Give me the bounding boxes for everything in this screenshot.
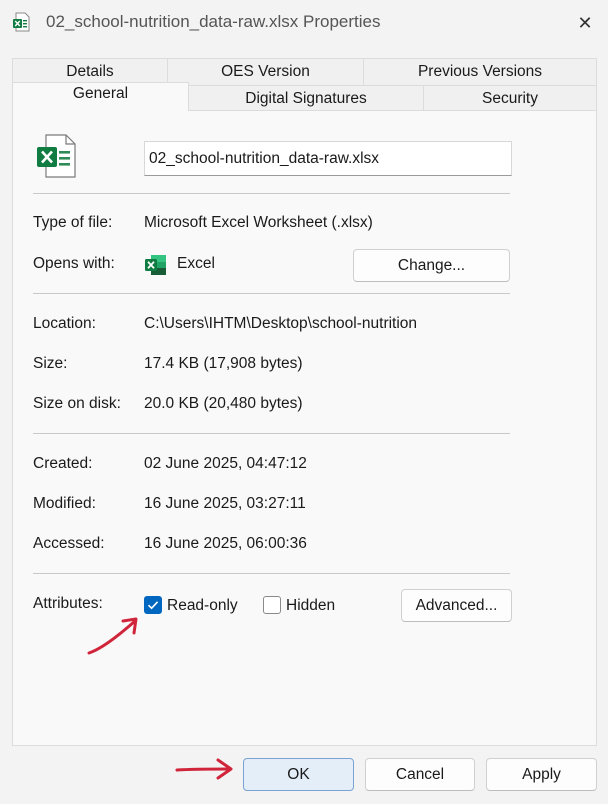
location-value: C:\Users\IHTM\Desktop\school-nutrition — [144, 315, 418, 332]
created-value: 02 June 2025, 04:47:12 — [144, 455, 307, 472]
divider — [33, 193, 510, 194]
excel-app-icon — [145, 255, 166, 275]
dialog-footer: OK Cancel Apply — [0, 746, 608, 804]
window-title: 02_school-nutrition_data-raw.xlsx Proper… — [46, 12, 381, 31]
size-value: 17.4 KB (17,908 bytes) — [144, 355, 303, 372]
location-label: Location: — [33, 315, 96, 332]
size-on-disk-value: 20.0 KB (20,480 bytes) — [144, 395, 303, 412]
ok-button[interactable]: OK — [243, 758, 354, 791]
modified-value: 16 June 2025, 03:27:11 — [144, 495, 306, 512]
close-icon: ✕ — [577, 12, 593, 33]
hidden-label[interactable]: Hidden — [286, 597, 335, 615]
tab-digital-signatures[interactable]: Digital Signatures — [188, 85, 424, 111]
accessed-value: 16 June 2025, 06:00:36 — [144, 535, 307, 552]
excel-document-icon — [37, 134, 76, 178]
cancel-button[interactable]: Cancel — [365, 758, 475, 791]
type-of-file-label: Type of file: — [33, 214, 113, 231]
size-on-disk-label: Size on disk: — [33, 395, 121, 412]
created-label: Created: — [33, 455, 93, 472]
modified-label: Modified: — [33, 495, 96, 512]
readonly-label[interactable]: Read-only — [167, 597, 238, 615]
hidden-checkbox[interactable] — [263, 596, 281, 614]
red-arrow-annotation-icon — [175, 758, 233, 780]
file-name-input[interactable] — [144, 141, 512, 176]
close-button[interactable]: ✕ — [562, 0, 608, 46]
opens-with-label: Opens with: — [33, 255, 115, 272]
change-button[interactable]: Change... — [353, 249, 510, 282]
title-bar: 02_school-nutrition_data-raw.xlsx Proper… — [0, 0, 608, 46]
tab-previous-versions[interactable]: Previous Versions — [363, 58, 597, 86]
readonly-checkbox[interactable] — [144, 596, 162, 614]
excel-file-icon — [13, 12, 30, 32]
type-of-file-value: Microsoft Excel Worksheet (.xlsx) — [144, 214, 373, 231]
divider — [33, 293, 510, 294]
size-label: Size: — [33, 355, 68, 372]
tab-general[interactable]: General — [12, 82, 189, 111]
tab-oes-version[interactable]: OES Version — [167, 58, 364, 86]
accessed-label: Accessed: — [33, 535, 105, 552]
advanced-button[interactable]: Advanced... — [401, 589, 512, 622]
tab-security[interactable]: Security — [423, 85, 597, 111]
apply-button[interactable]: Apply — [486, 758, 597, 791]
divider — [33, 433, 510, 434]
general-panel: Type of file: Microsoft Excel Worksheet … — [12, 110, 597, 746]
divider — [33, 573, 510, 574]
red-arrow-annotation-icon — [87, 617, 138, 655]
opens-with-value: Excel — [177, 255, 215, 272]
checkmark-icon — [147, 601, 159, 610]
